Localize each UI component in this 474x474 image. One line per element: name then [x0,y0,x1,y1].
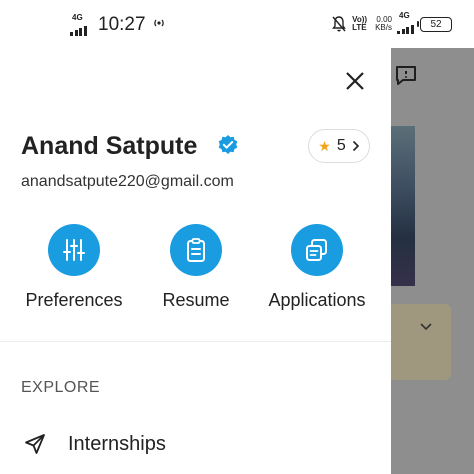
preferences-button[interactable]: Preferences [20,224,128,311]
applications-button[interactable]: Applications [261,224,373,311]
status-bar: 4G 10:27 Vo)) LTE 0.00 KB/s 4G 52 [0,0,474,48]
close-button[interactable] [340,66,370,96]
clipboard-icon [187,238,205,262]
background-app-overlay[interactable] [391,42,474,474]
send-icon [25,434,45,454]
preferences-label: Preferences [25,290,123,310]
status-bar-left: 4G 10:27 [70,14,166,36]
bell-muted-icon [332,16,346,32]
network-type-label: 4G [72,13,83,22]
chat-icon [396,66,416,85]
applications-icon-circle [291,224,343,276]
profile-email: anandsatpute220@gmail.com [21,173,234,190]
resume-label: Resume [162,290,230,310]
status-bar-right: Vo)) LTE 0.00 KB/s 4G 52 [331,11,452,34]
rating-value: 5 [336,137,346,154]
speed-unit: KB/s [375,23,392,32]
profile-name[interactable]: Anand Satpute [21,131,197,161]
verified-badge-icon [218,135,238,154]
background-banner-image [391,126,415,286]
preferences-icon-circle [48,224,100,276]
volte-label: Vo)) LTE [352,15,368,32]
quick-actions: Preferences Resume Applications [0,224,391,314]
chevron-right-icon [352,140,359,152]
divider [0,341,391,342]
chevron-down-icon [420,323,432,331]
battery-icon: 52 [417,16,452,32]
sliders-icon [63,239,85,261]
clock: 10:27 [98,14,146,35]
explore-section-title: EXPLORE [21,379,101,396]
background-card [391,304,451,380]
signal-icon: 4G [70,13,92,36]
rating-button[interactable]: ★ 5 [308,129,370,163]
network-speed: 0.00 KB/s [375,16,392,32]
resume-icon-circle [170,224,222,276]
network-type-label-right: 4G [399,11,410,20]
applications-label: Applications [268,290,366,310]
hotspot-icon [152,16,166,36]
menu-item-label: Internships [68,433,166,455]
signal-icon-right: 4G [397,11,414,34]
documents-icon [306,239,327,261]
menu-item-internships[interactable]: Internships [0,426,391,462]
close-icon [346,72,364,90]
star-icon: ★ [318,138,331,154]
navigation-drawer: Anand Satpute ★ 5 anandsatpute220@gmail.… [0,42,391,474]
resume-button[interactable]: Resume [158,224,234,311]
